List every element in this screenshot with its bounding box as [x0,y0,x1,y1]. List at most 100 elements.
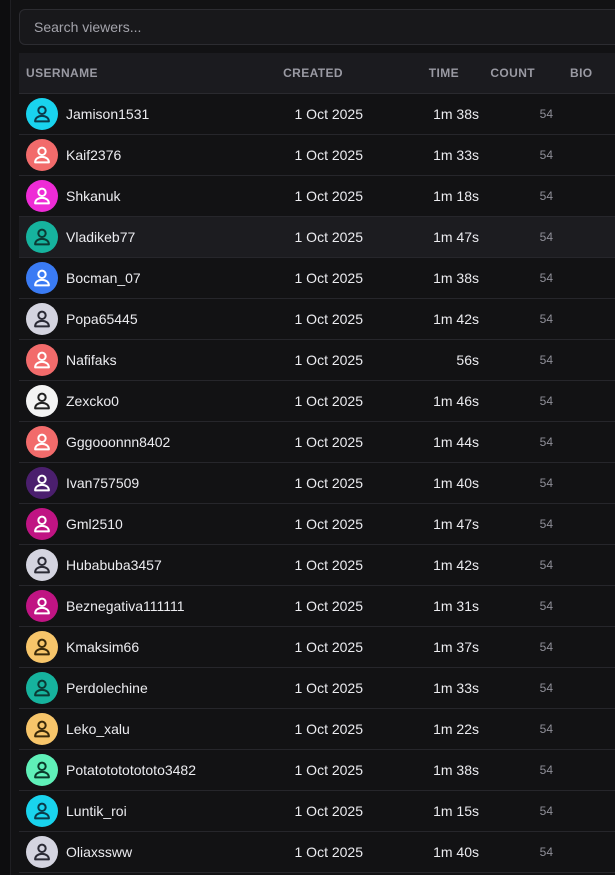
watch-time: 1m 42s [433,557,479,573]
table-row[interactable]: Kmaksim66 1 Oct 2025 1m 37s 54 [19,627,615,668]
user-icon [34,351,50,369]
header-bio[interactable]: BIO [570,53,593,93]
avatar [26,426,58,458]
avatar [26,713,58,745]
user-icon [34,228,50,246]
watch-time: 1m 18s [433,188,479,204]
count-value: 54 [539,189,553,203]
count-value: 54 [539,517,553,531]
table-row[interactable]: Zexcko0 1 Oct 2025 1m 46s 54 [19,381,615,422]
username-link[interactable]: Jamison1531 [66,94,149,134]
watch-time: 1m 44s [433,434,479,450]
table-row[interactable]: Kaif2376 1 Oct 2025 1m 33s 54 [19,135,615,176]
avatar [26,549,58,581]
search-bar[interactable] [19,9,615,45]
header-created[interactable]: CREATED [283,53,343,93]
table-row[interactable]: Leko_xalu 1 Oct 2025 1m 22s 54 [19,709,615,750]
username-link[interactable]: Oliaxssww [66,832,132,872]
avatar [26,590,58,622]
count-value: 54 [539,271,553,285]
avatar [26,385,58,417]
user-icon [34,515,50,533]
user-icon [34,187,50,205]
created-date: 1 Oct 2025 [294,680,364,696]
left-rail [0,0,11,875]
avatar [26,467,58,499]
username-link[interactable]: Hubabuba3457 [66,545,162,585]
table-row[interactable]: Beznegativa111111 1 Oct 2025 1m 31s 54 [19,586,615,627]
table-row[interactable]: Nafifaks 1 Oct 2025 56s 54 [19,340,615,381]
username-link[interactable]: Nafifaks [66,340,117,380]
header-username[interactable]: USERNAME [26,53,98,93]
username-link[interactable]: Gggooonnn8402 [66,422,170,462]
user-icon [34,392,50,410]
username-link[interactable]: Bocman_07 [66,258,141,298]
table-row[interactable]: Potatotototototo3482 1 Oct 2025 1m 38s 54 [19,750,615,791]
watch-time: 1m 37s [433,639,479,655]
created-date: 1 Oct 2025 [294,762,364,778]
count-value: 54 [539,394,553,408]
username-link[interactable]: Beznegativa111111 [66,586,185,626]
table-row[interactable]: Vladikeb77 1 Oct 2025 1m 47s 54 [19,217,615,258]
table-row[interactable]: Popa65445 1 Oct 2025 1m 42s 54 [19,299,615,340]
user-icon [34,269,50,287]
watch-time: 1m 38s [433,106,479,122]
created-date: 1 Oct 2025 [294,188,364,204]
avatar [26,303,58,335]
avatar [26,754,58,786]
table-row[interactable]: Gggooonnn8402 1 Oct 2025 1m 44s 54 [19,422,615,463]
table-row[interactable]: Luntik_roi 1 Oct 2025 1m 15s 54 [19,791,615,832]
username-link[interactable]: Potatotototototo3482 [66,750,196,790]
avatar [26,98,58,130]
header-count[interactable]: COUNT [490,53,535,93]
user-icon [34,597,50,615]
username-link[interactable]: Zexcko0 [66,381,119,421]
user-icon [34,474,50,492]
username-link[interactable]: Leko_xalu [66,709,130,749]
watch-time: 1m 40s [433,844,479,860]
avatar [26,180,58,212]
created-date: 1 Oct 2025 [294,721,364,737]
user-icon [34,556,50,574]
viewers-table: USERNAME CREATED TIME COUNT BIO Jamison1… [19,53,615,873]
username-link[interactable]: Ivan757509 [66,463,139,503]
table-row[interactable]: Ivan757509 1 Oct 2025 1m 40s 54 [19,463,615,504]
created-date: 1 Oct 2025 [294,270,364,286]
search-input[interactable] [32,18,615,36]
watch-time: 1m 38s [433,762,479,778]
table-row[interactable]: Hubabuba3457 1 Oct 2025 1m 42s 54 [19,545,615,586]
username-link[interactable]: Perdolechine [66,668,148,708]
avatar [26,344,58,376]
username-link[interactable]: Shkanuk [66,176,120,216]
username-link[interactable]: Kaif2376 [66,135,121,175]
table-row[interactable]: Jamison1531 1 Oct 2025 1m 38s 54 [19,94,615,135]
table-row[interactable]: Shkanuk 1 Oct 2025 1m 18s 54 [19,176,615,217]
user-icon [34,310,50,328]
table-row[interactable]: Perdolechine 1 Oct 2025 1m 33s 54 [19,668,615,709]
count-value: 54 [539,353,553,367]
created-date: 1 Oct 2025 [294,434,364,450]
table-row[interactable]: Bocman_07 1 Oct 2025 1m 38s 54 [19,258,615,299]
user-icon [34,105,50,123]
user-icon [34,679,50,697]
username-link[interactable]: Popa65445 [66,299,138,339]
user-icon [34,761,50,779]
avatar [26,139,58,171]
count-value: 54 [539,435,553,449]
avatar [26,672,58,704]
count-value: 54 [539,640,553,654]
created-date: 1 Oct 2025 [294,475,364,491]
header-time[interactable]: TIME [429,53,459,93]
table-row[interactable]: Gml2510 1 Oct 2025 1m 47s 54 [19,504,615,545]
username-link[interactable]: Vladikeb77 [66,217,135,257]
watch-time: 1m 33s [433,680,479,696]
username-link[interactable]: Kmaksim66 [66,627,139,667]
username-link[interactable]: Luntik_roi [66,791,127,831]
avatar [26,221,58,253]
created-date: 1 Oct 2025 [294,516,364,532]
table-row[interactable]: Oliaxssww 1 Oct 2025 1m 40s 54 [19,832,615,873]
count-value: 54 [539,804,553,818]
username-link[interactable]: Gml2510 [66,504,123,544]
count-value: 54 [539,107,553,121]
created-date: 1 Oct 2025 [294,352,364,368]
